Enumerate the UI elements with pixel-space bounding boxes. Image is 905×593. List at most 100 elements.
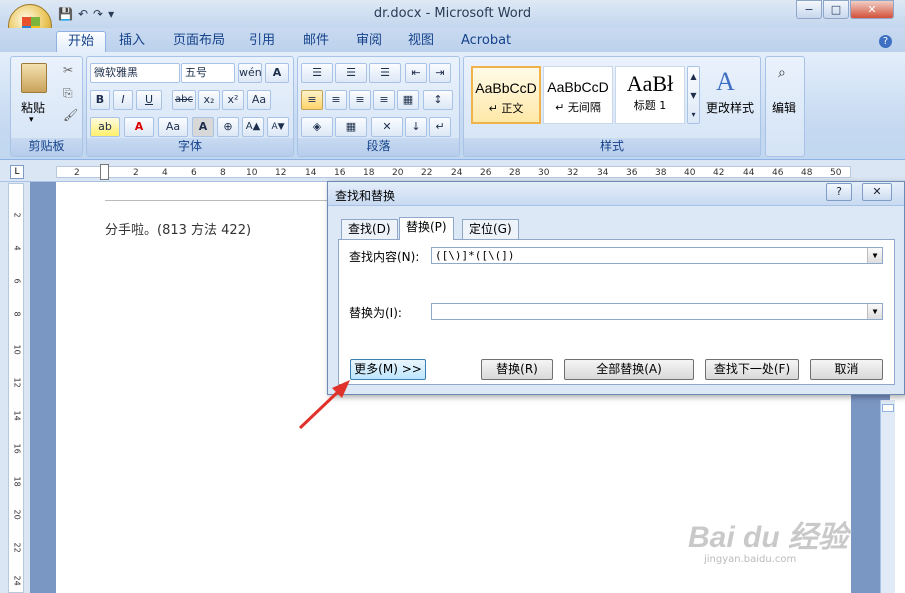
chevron-down-icon[interactable]: ▼ — [867, 304, 882, 319]
ribbon: 粘贴 ▾ ✂ ⎘ 🖌 剪贴板 微软雅黑 五号 wén A B I U abc x… — [0, 52, 905, 160]
ruler-tick: 18 — [363, 168, 375, 178]
subscript-button[interactable]: x₂ — [198, 90, 220, 110]
editing-group: ⌕ 编辑 — [765, 56, 805, 157]
chevron-down-icon[interactable]: ▼ — [867, 248, 882, 263]
tab-find[interactable]: 查找(D) — [341, 219, 398, 239]
ruler-tick: 14 — [305, 168, 317, 178]
sort-icon[interactable]: ↓ — [405, 117, 427, 137]
phonetic-guide-icon[interactable]: wén — [238, 63, 262, 83]
align-right-icon[interactable]: ≡ — [349, 90, 371, 110]
borders-icon[interactable]: ▦ — [335, 117, 367, 137]
increase-indent-icon[interactable]: ⇥ — [429, 63, 451, 83]
align-center-icon[interactable]: ≡ — [325, 90, 347, 110]
numbering-icon[interactable]: ☰ — [335, 63, 367, 83]
ruler-tick: 50 — [830, 168, 842, 178]
ruler-tick: 24 — [451, 168, 463, 178]
distributed-icon[interactable]: ▦ — [397, 90, 419, 110]
ruler-tick: 22 — [421, 168, 433, 178]
shading-icon[interactable]: ◈ — [301, 117, 333, 137]
grow-font-button[interactable]: A▲ — [242, 117, 264, 137]
font-group: 微软雅黑 五号 wén A B I U abc x₂ x² Aa ab A Aa… — [86, 56, 294, 157]
multilevel-list-icon[interactable]: ☰ — [369, 63, 401, 83]
tab-insert[interactable]: 插入 — [108, 31, 156, 52]
underline-button[interactable]: U — [136, 90, 162, 110]
highlight-button[interactable]: ab — [90, 117, 120, 137]
dialog-help-button[interactable]: ? — [826, 183, 852, 201]
tab-replace[interactable]: 替换(P) — [399, 217, 454, 240]
decrease-indent-icon[interactable]: ⇤ — [405, 63, 427, 83]
dialog-title-bar: 查找和替换 ? ✕ — [328, 182, 904, 206]
document-text[interactable]: 分手啦。(813 方法 422) — [105, 219, 251, 238]
help-icon[interactable]: ? — [879, 35, 892, 48]
ruler-tick: 48 — [801, 168, 813, 178]
enclose-char-icon[interactable]: ⊕ — [217, 117, 239, 137]
binoculars-icon[interactable]: ⌕ — [778, 65, 786, 81]
tab-selector-icon[interactable]: L — [10, 165, 24, 179]
undo-icon[interactable]: ↶ — [78, 7, 88, 21]
tab-view[interactable]: 视图 — [397, 31, 445, 52]
replace-with-input[interactable]: ▼ — [431, 303, 883, 320]
find-next-button[interactable]: 查找下一处(F) — [705, 359, 799, 380]
scroll-thumb[interactable] — [882, 404, 894, 412]
tab-review[interactable]: 审阅 — [345, 31, 393, 52]
style-name: ↵ 无间隔 — [555, 101, 601, 114]
bullets-icon[interactable]: ☰ — [301, 63, 333, 83]
font-name-box[interactable]: 微软雅黑 — [90, 63, 180, 83]
style-preview: AaBbCcD — [547, 79, 609, 95]
bold-button[interactable]: B — [90, 90, 110, 110]
find-what-input[interactable]: ([\)]*([\(]) ▼ — [431, 247, 883, 264]
styles-scroll-icon[interactable]: ▲ ▼ ▾ — [687, 66, 700, 124]
tab-mailings[interactable]: 邮件 — [292, 31, 340, 52]
replace-panel: 查找内容(N): ([\)]*([\(]) ▼ 替换为(I): ▼ 更多(M) … — [338, 239, 895, 385]
redo-icon[interactable]: ↷ — [93, 7, 103, 21]
watermark-url: jingyan.baidu.com — [704, 554, 797, 565]
change-case-button[interactable]: Aa — [158, 117, 188, 137]
replace-button[interactable]: 替换(R) — [481, 359, 553, 380]
ruler-tick: 40 — [684, 168, 696, 178]
tab-home[interactable]: 开始 — [56, 31, 107, 52]
copy-icon[interactable]: ⎘ — [63, 86, 73, 101]
justify-icon[interactable]: ≡ — [373, 90, 395, 110]
chinese-layout-icon[interactable]: ✕ — [371, 117, 403, 137]
change-styles-icon[interactable]: A — [716, 67, 735, 97]
style-heading-1[interactable]: AaBł 标题 1 — [615, 66, 685, 124]
close-button[interactable]: ✕ — [850, 0, 894, 19]
indent-marker[interactable] — [100, 164, 109, 180]
italic-button[interactable]: I — [113, 90, 133, 110]
font-color-button[interactable]: A — [124, 117, 154, 137]
tab-goto[interactable]: 定位(G) — [462, 219, 519, 239]
char-shading-icon[interactable]: A — [192, 117, 214, 137]
style-normal[interactable]: AaBbCcD ↵ 正文 — [471, 66, 541, 124]
line-spacing-icon[interactable]: ↕ — [423, 90, 453, 110]
editing-button[interactable]: 编辑 — [772, 99, 796, 116]
font-size-box[interactable]: 五号 — [181, 63, 235, 83]
vruler-tick: 24 — [12, 575, 22, 586]
tab-acrobat[interactable]: Acrobat — [450, 31, 522, 52]
restore-button[interactable]: □ — [823, 0, 849, 19]
format-painter-icon[interactable]: 🖌 — [63, 108, 78, 122]
clear-formatting-icon[interactable]: Aa — [247, 90, 271, 110]
save-icon[interactable]: 💾 — [58, 7, 73, 21]
more-button[interactable]: 更多(M) >> — [350, 359, 426, 380]
shrink-font-button[interactable]: A▼ — [267, 117, 289, 137]
show-marks-icon[interactable]: ↵ — [429, 117, 451, 137]
paste-icon[interactable] — [21, 63, 47, 93]
tab-page-layout[interactable]: 页面布局 — [162, 31, 236, 52]
vertical-scrollbar[interactable] — [880, 400, 895, 593]
paste-dropdown[interactable]: ▾ — [29, 115, 34, 125]
replace-all-button[interactable]: 全部替换(A) — [564, 359, 694, 380]
minimize-button[interactable]: − — [796, 0, 822, 19]
customize-qat-icon[interactable]: ▾ — [108, 7, 114, 21]
align-left-icon[interactable]: ≡ — [301, 90, 323, 110]
superscript-button[interactable]: x² — [222, 90, 244, 110]
char-border-icon[interactable]: A — [265, 63, 289, 83]
cut-icon[interactable]: ✂ — [63, 63, 73, 77]
style-no-spacing[interactable]: AaBbCcD ↵ 无间隔 — [543, 66, 613, 124]
ruler-tick: 32 — [567, 168, 579, 178]
cancel-button[interactable]: 取消 — [810, 359, 883, 380]
paste-button[interactable]: 粘贴 — [21, 99, 45, 116]
change-styles-button[interactable]: 更改样式 — [706, 99, 754, 116]
strikethrough-button[interactable]: abc — [172, 90, 196, 110]
tab-references[interactable]: 引用 — [238, 31, 286, 52]
dialog-close-button[interactable]: ✕ — [862, 183, 892, 201]
